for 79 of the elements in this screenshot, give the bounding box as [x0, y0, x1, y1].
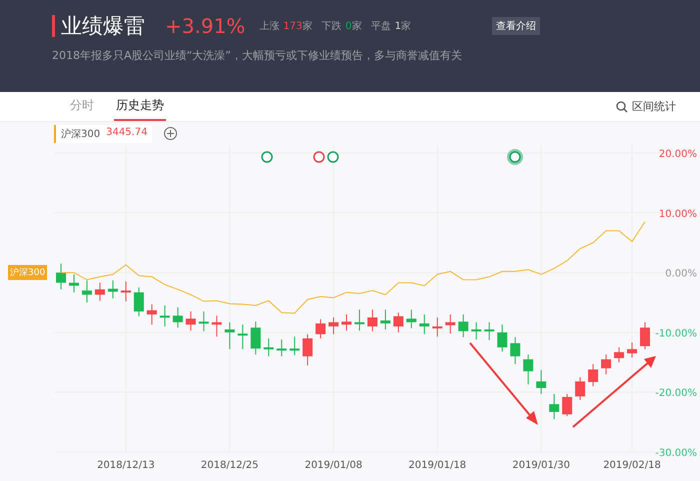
add-button[interactable] [164, 127, 178, 140]
candlestick [471, 322, 482, 340]
candlestick [393, 312, 404, 333]
candlestick [108, 280, 118, 299]
candlestick [172, 306, 183, 328]
candlestick [445, 314, 456, 334]
candlestick [316, 318, 326, 339]
x-axis-label: 2019/01/30 [512, 460, 570, 471]
candlestick [290, 336, 300, 356]
candlestick [380, 309, 390, 330]
y-axis-label: 20.00% [658, 149, 697, 160]
candlestick [484, 322, 494, 341]
candlestick [120, 281, 131, 302]
candlestick [264, 338, 274, 357]
breadth-stat: 平盘 1家 [370, 20, 412, 33]
x-axis-label: 2019/01/18 [408, 460, 466, 471]
breadth-stat: 下跌 0家 [321, 20, 362, 33]
sector-title: 业绩爆雷 [61, 13, 145, 40]
breadth-stat: 上涨 173家 [259, 20, 312, 33]
candlestick [627, 342, 638, 358]
sector-description: 2018年报多只A股公司业绩“大洗澡”，大幅预亏或下修业绩预告，多与商誉减值有关 [52, 48, 463, 63]
event-marker[interactable] [327, 151, 339, 163]
candlestick [523, 354, 534, 385]
search-icon [616, 100, 628, 112]
candlestick [497, 324, 508, 352]
candlestick [146, 304, 157, 326]
x-axis-label: 2019/02/18 [603, 460, 661, 471]
candlestick [549, 394, 560, 420]
title-accent-bar [52, 15, 55, 37]
candlestick [224, 322, 235, 350]
candlestick [198, 310, 209, 332]
candlestick [160, 305, 170, 327]
candlestick [601, 354, 612, 375]
candlestick [186, 310, 196, 332]
y-axis-label: 0.00% [665, 268, 697, 280]
x-axis-label: 2018/12/25 [200, 460, 259, 471]
index-chip[interactable]: 沪深300 3445.74 [54, 124, 152, 142]
y-axis-label: 10.00% [658, 208, 697, 220]
candlestick [302, 334, 313, 366]
candlestick [562, 394, 572, 417]
candlestick [328, 316, 339, 335]
candlestick [276, 339, 287, 357]
candlestick [536, 370, 546, 394]
event-marker[interactable] [507, 149, 523, 165]
x-axis-label: 2019/01/08 [304, 460, 362, 471]
series-tag: 沪深300 [8, 264, 48, 280]
candlestick [458, 314, 468, 338]
interval-stats-button[interactable]: 区间统计 [610, 92, 682, 121]
candlestick [432, 316, 442, 338]
candlestick [419, 314, 430, 335]
y-axis-label: -10.00% [655, 328, 697, 340]
plus-icon [167, 130, 174, 137]
candlestick [68, 274, 79, 293]
candlestick [250, 321, 261, 356]
candlestick [367, 309, 378, 332]
candlestick [212, 315, 222, 338]
candlestick [510, 336, 520, 365]
candlestick [94, 282, 105, 302]
candlestick [575, 376, 586, 400]
y-axis-label: -30.00% [655, 448, 697, 459]
tab[interactable]: 历史走势 [114, 92, 166, 121]
candlestick [342, 314, 352, 332]
x-axis-label: 2018/12/13 [97, 460, 155, 471]
sector-change: +3.91% [165, 14, 246, 38]
candlestick [588, 364, 598, 387]
candlestick [56, 263, 66, 290]
candlestick [640, 322, 650, 350]
intro-button[interactable]: 查看介绍 [492, 17, 540, 35]
candlestick [238, 324, 248, 350]
event-marker[interactable] [313, 151, 325, 163]
index-value: 3445.74 [106, 126, 148, 140]
index-name: 沪深300 [61, 128, 100, 140]
candlestick [134, 287, 144, 317]
event-marker[interactable] [261, 151, 273, 163]
y-axis-label: -20.00% [655, 388, 697, 400]
candlestick [406, 309, 416, 329]
candlestick [82, 280, 92, 303]
candlestick [354, 309, 364, 332]
candlestick [614, 346, 624, 363]
